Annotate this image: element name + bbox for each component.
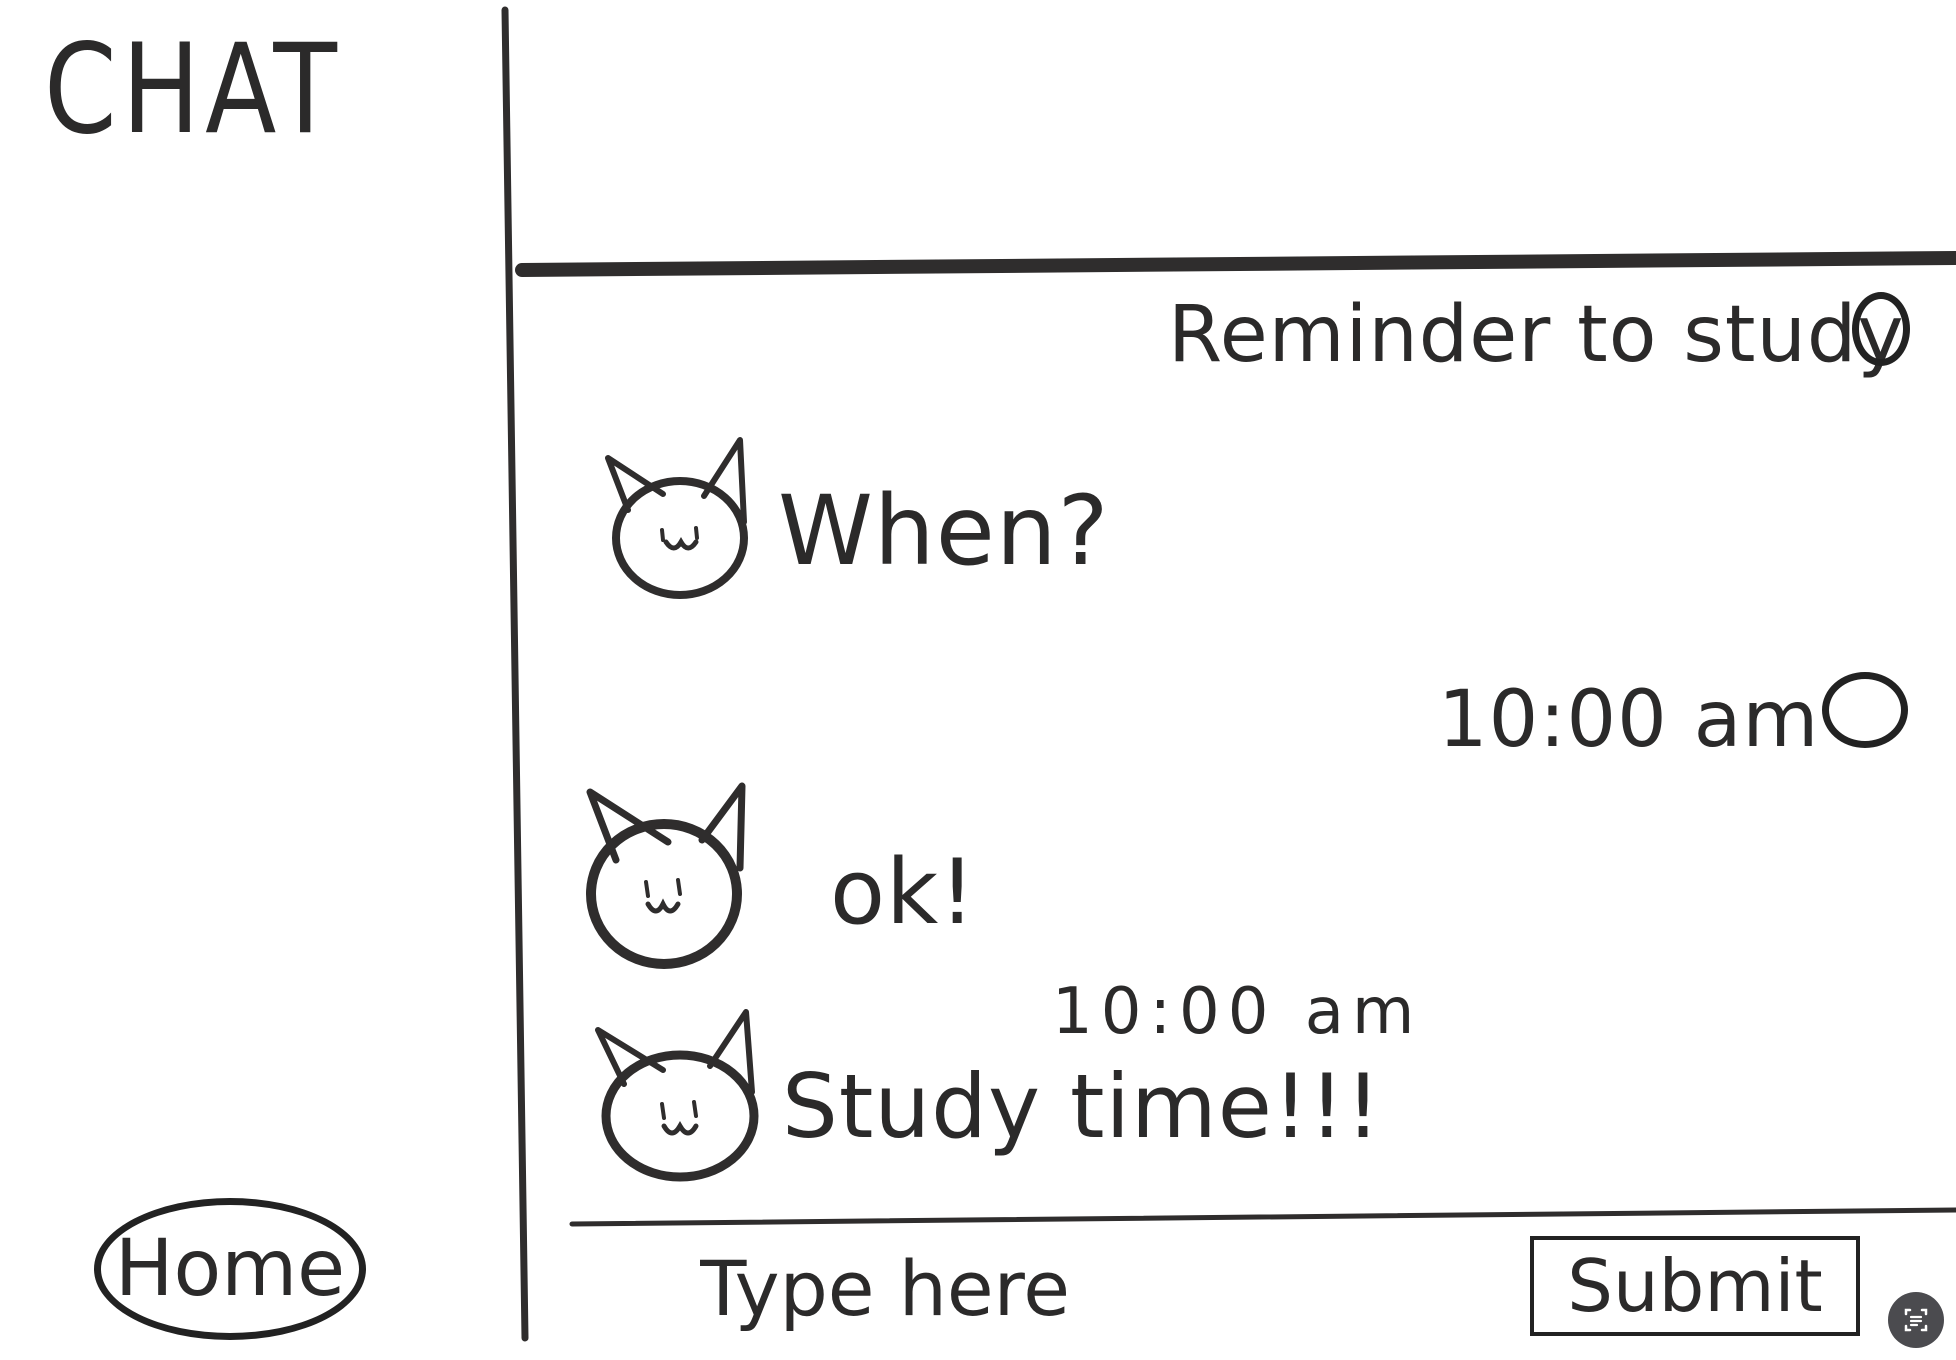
app-title: CHAT (44, 18, 343, 162)
message-outgoing: 10:00 am (1438, 675, 1820, 765)
submit-button[interactable]: Submit (1530, 1236, 1860, 1336)
message-incoming: ok! (830, 840, 977, 945)
composer-divider (569, 1207, 1956, 1227)
message-timestamp: 10:00 am (1052, 975, 1423, 1049)
submit-button-label: Submit (1567, 1244, 1823, 1328)
message-outgoing: Reminder to study (1168, 290, 1905, 380)
circle-status-icon (1822, 672, 1908, 748)
cat-avatar-icon (605, 437, 748, 599)
home-button[interactable]: Home (94, 1198, 366, 1340)
message-incoming: Study time!!! (782, 1055, 1382, 1158)
screenshot-tool-icon[interactable] (1888, 1292, 1944, 1348)
cat-avatar-icon (586, 782, 746, 969)
message-incoming: When? (778, 475, 1110, 587)
circle-status-icon (1852, 292, 1910, 366)
sidebar-divider (501, 6, 529, 1342)
screenshot-tool-glyph (1904, 1308, 1928, 1332)
header-divider (515, 251, 1956, 277)
home-button-label: Home (114, 1224, 346, 1314)
message-input[interactable] (700, 1242, 1460, 1334)
cat-avatar-icon (595, 1009, 759, 1182)
